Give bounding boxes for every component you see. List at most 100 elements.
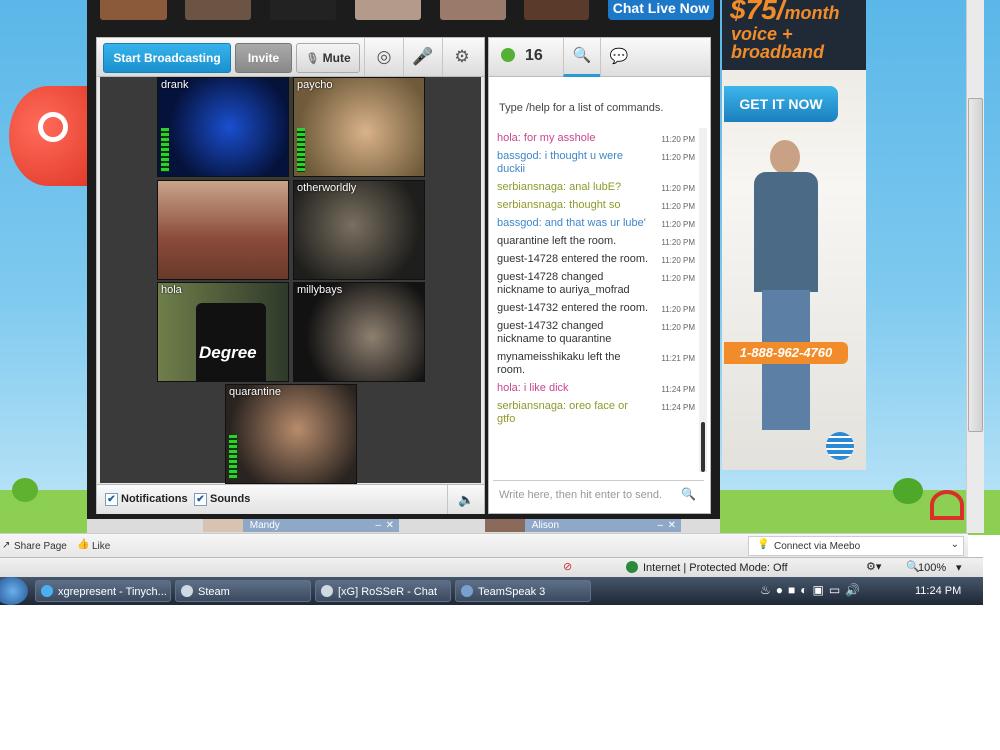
- video-tile-millybays[interactable]: millybays: [293, 282, 425, 382]
- dock-tab-alison[interactable]: Alison – ✕: [485, 519, 681, 532]
- chat-message-list: hola: for my asshole 11:20 PM bassgod: i t…: [497, 132, 695, 431]
- ad-price-amount: $75/: [730, 0, 785, 25]
- video-tile-room[interactable]: [157, 180, 289, 280]
- video-tile-quarantine[interactable]: quarantine: [225, 384, 357, 484]
- chat-message-time: 11:20 PM: [661, 305, 695, 314]
- thumbnail[interactable]: [270, 0, 336, 20]
- security-zone-label[interactable]: Internet | Protected Mode: Off: [643, 562, 788, 574]
- system-tray: ♨●■◐▣▭🔊: [760, 583, 865, 597]
- like-link[interactable]: Like: [92, 541, 110, 552]
- share-page-link[interactable]: Share Page: [14, 541, 67, 552]
- chat-message-time: 11:21 PM: [661, 354, 695, 363]
- task-label: TeamSpeak 3: [478, 586, 546, 598]
- taskbar-task-browser[interactable]: xgrepresent - Tinych...: [35, 580, 171, 602]
- chevron-down-icon: ⌄: [950, 539, 959, 550]
- gear-icon[interactable]: ⚙: [442, 38, 481, 76]
- video-tile-paycho[interactable]: paycho: [293, 77, 425, 177]
- close-icon[interactable]: ✕: [386, 519, 394, 532]
- thumbnail[interactable]: [524, 0, 589, 20]
- chat-scrollbar[interactable]: [699, 128, 707, 472]
- get-it-now-button[interactable]: GET IT NOW: [724, 86, 838, 122]
- notifications-checkbox[interactable]: ✔: [105, 493, 118, 506]
- monitor-tray-icon[interactable]: ▭: [829, 583, 845, 597]
- camera-icon[interactable]: ◎: [364, 38, 403, 76]
- chat-message-text: serbiansnaga: thought so: [497, 199, 621, 211]
- search-icon[interactable]: 🔍: [681, 487, 696, 501]
- video-tile-name: hola: [161, 284, 182, 296]
- mute-button[interactable]: 🎙 Mute: [296, 43, 360, 73]
- thumbnail[interactable]: [355, 0, 421, 20]
- degree-logo: Degree: [199, 343, 257, 362]
- att-globe-icon: [826, 432, 854, 460]
- video-tile-name: millybays: [297, 284, 343, 296]
- chat-message: mynameisshikaku left the room. 11:21 PM: [497, 351, 695, 377]
- magnifier-icon[interactable]: 🔍: [563, 38, 600, 77]
- user-icon: [501, 48, 515, 62]
- dock-tab-mandy[interactable]: Mandy – ✕: [203, 519, 399, 532]
- ie-icon: [41, 585, 53, 597]
- video-tile-otherworldly[interactable]: otherworldly: [293, 180, 425, 280]
- chat-input[interactable]: Write here, then hit enter to send. 🔍: [493, 480, 704, 509]
- taskbar-task-teamspeak[interactable]: TeamSpeak 3: [455, 580, 591, 602]
- chat-message: hola: i like dick 11:24 PM: [497, 382, 695, 395]
- start-broadcasting-button[interactable]: Start Broadcasting: [103, 43, 231, 73]
- minimize-icon[interactable]: –: [375, 519, 381, 532]
- network-tray-icon[interactable]: ●: [776, 583, 788, 597]
- volume-tray-icon[interactable]: 🔊: [845, 583, 865, 597]
- video-tile-hola[interactable]: hola Degree: [157, 282, 289, 382]
- zoom-level[interactable]: 100%: [918, 562, 946, 574]
- top-user-strip: [87, 0, 607, 22]
- chat-message-time: 11:24 PM: [661, 403, 695, 412]
- chat-message-text: serbiansnaga: oreo face or gtfo: [497, 400, 628, 425]
- ad-phone-number: 1-888-962-4760: [724, 342, 848, 364]
- chat-message-time: 11:20 PM: [661, 202, 695, 211]
- minimize-icon[interactable]: –: [657, 519, 663, 532]
- deodorant-can: Degree: [196, 303, 266, 381]
- clock[interactable]: 11:24 PM: [915, 585, 961, 597]
- meebo-box[interactable]: 💡 Connect via Meebo ⌄: [748, 536, 964, 556]
- chat-message-text: guest-14732 entered the room.: [497, 302, 649, 314]
- speaker-icon[interactable]: 🔈: [447, 485, 485, 514]
- dock-tab-label: Mandy: [249, 520, 280, 531]
- taskbar-task-chat[interactable]: [xG] RoSSeR - Chat: [315, 580, 451, 602]
- taskbar-task-steam[interactable]: Steam: [175, 580, 311, 602]
- sounds-checkbox[interactable]: ✔: [194, 493, 207, 506]
- audio-level-meter: [161, 128, 169, 172]
- chat-message: serbiansnaga: anal lubE? 11:20 PM: [497, 181, 695, 194]
- share-bar: ↗ Share Page 👍 Like 💡 Connect via Meebo …: [0, 533, 968, 558]
- invite-button[interactable]: Invite: [235, 43, 292, 73]
- thumbnail[interactable]: [185, 0, 251, 20]
- chat-message-time: 11:20 PM: [661, 184, 695, 193]
- thumbnail[interactable]: [100, 0, 167, 20]
- app-tray-icon[interactable]: ■: [788, 583, 800, 597]
- playground-decoration: [930, 490, 964, 520]
- sync-tray-icon[interactable]: ◐: [800, 583, 812, 597]
- task-label: Steam: [198, 586, 230, 598]
- chat-live-now-button[interactable]: Chat Live Now: [608, 0, 714, 20]
- close-icon[interactable]: ✕: [668, 519, 676, 532]
- page-scrollbar-thumb[interactable]: [968, 98, 983, 432]
- tray-icon[interactable]: ▣: [813, 583, 829, 597]
- audio-level-meter: [229, 435, 237, 479]
- video-tile-name: paycho: [297, 79, 333, 91]
- chat-scrollbar-thumb[interactable]: [701, 422, 705, 472]
- chat-bubble-icon[interactable]: 💬: [600, 38, 637, 76]
- balloon-logo-icon: [38, 112, 68, 142]
- steam-tray-icon[interactable]: ♨: [760, 583, 776, 597]
- chat-message-time: 11:20 PM: [661, 274, 695, 283]
- zoom-chevron-icon[interactable]: ▾: [956, 561, 962, 574]
- broadcast-toolbar: Start Broadcasting Invite 🎙 Mute ◎ 🎤 ⚙: [97, 38, 484, 77]
- blocked-icon[interactable]: ⊘: [563, 560, 572, 573]
- chat-message: guest-14728 entered the room. 11:20 PM: [497, 253, 695, 266]
- chat-message-text: guest-14732 changed nickname to quaranti…: [497, 320, 612, 345]
- thumbnail[interactable]: [440, 0, 506, 20]
- chat-message-time: 11:20 PM: [661, 135, 695, 144]
- dock-avatar: [203, 519, 243, 532]
- advertisement[interactable]: $75/month voice + broadband GET IT NOW 1…: [722, 0, 866, 470]
- chat-message-text: quarantine left the room.: [497, 235, 617, 247]
- microphone-icon[interactable]: 🎤: [403, 38, 442, 76]
- chat-message-time: 11:20 PM: [661, 238, 695, 247]
- protected-mode-icon[interactable]: ⚙▾: [866, 560, 881, 573]
- start-button[interactable]: [0, 577, 28, 605]
- video-tile-drank[interactable]: drank: [157, 77, 289, 177]
